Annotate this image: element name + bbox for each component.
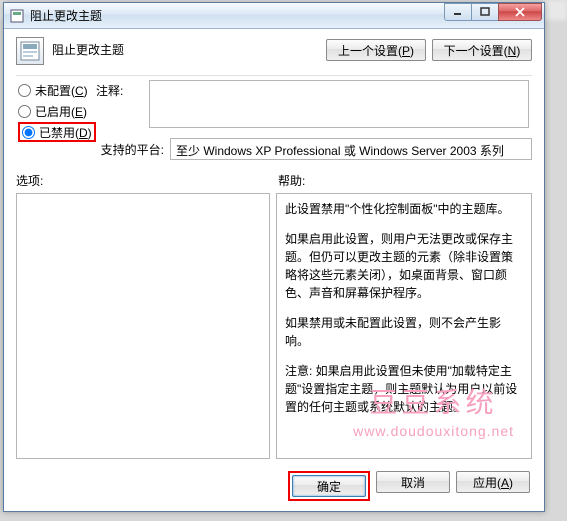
help-text: 此设置禁用"个性化控制面板"中的主题库。 (285, 200, 523, 218)
next-setting-button[interactable]: 下一个设置(N) (432, 39, 532, 61)
minimize-button[interactable] (444, 3, 472, 21)
radio-not-configured[interactable] (18, 84, 31, 97)
radio-not-configured-label[interactable]: 未配置(C) (35, 82, 88, 99)
radio-enabled-label[interactable]: 已启用(E) (35, 103, 87, 120)
help-label: 帮助: (278, 172, 305, 189)
policy-title: 阻止更改主题 (52, 37, 326, 58)
watermark: 豆豆系统 www.doudouxitong.net (353, 381, 514, 439)
window-title: 阻止更改主题 (30, 7, 445, 24)
comment-label: 注释: (96, 80, 146, 99)
radio-disabled[interactable] (22, 126, 35, 139)
dialog-window: 阻止更改主题 阻止更改主题 上一个设置(P) 下一个设置(N) 未配置(C) (3, 2, 545, 512)
radio-disabled-label[interactable]: 已禁用(D) (39, 124, 92, 141)
policy-icon (16, 37, 44, 65)
maximize-button[interactable] (471, 3, 499, 21)
titlebar[interactable]: 阻止更改主题 (4, 3, 544, 29)
close-button[interactable] (498, 3, 542, 21)
platform-value: 至少 Windows XP Professional 或 Windows Ser… (170, 138, 532, 160)
options-label: 选项: (16, 172, 278, 189)
apply-button[interactable]: 应用(A) (456, 471, 530, 493)
highlight-annotation: 确定 (288, 471, 370, 501)
cancel-button[interactable]: 取消 (376, 471, 450, 493)
radio-enabled[interactable] (18, 105, 31, 118)
comment-textarea[interactable] (149, 80, 529, 128)
ok-button[interactable]: 确定 (292, 475, 366, 497)
highlight-annotation: 已禁用(D) (18, 122, 96, 142)
options-panel (16, 193, 270, 459)
help-text: 如果禁用或未配置此设置，则不会产生影响。 (285, 314, 523, 350)
help-text: 如果启用此设置，则用户无法更改或保存主题。但仍可以更改主题的元素（除非设置策略将… (285, 230, 523, 302)
previous-setting-button[interactable]: 上一个设置(P) (326, 39, 426, 61)
radio-group: 未配置(C) 已启用(E) 已禁用(D) (16, 80, 96, 143)
watermark-url: www.doudouxitong.net (353, 423, 514, 439)
window-icon (9, 8, 25, 24)
watermark-text: 豆豆系统 (353, 381, 514, 421)
platform-label: 支持的平台: (96, 141, 170, 158)
